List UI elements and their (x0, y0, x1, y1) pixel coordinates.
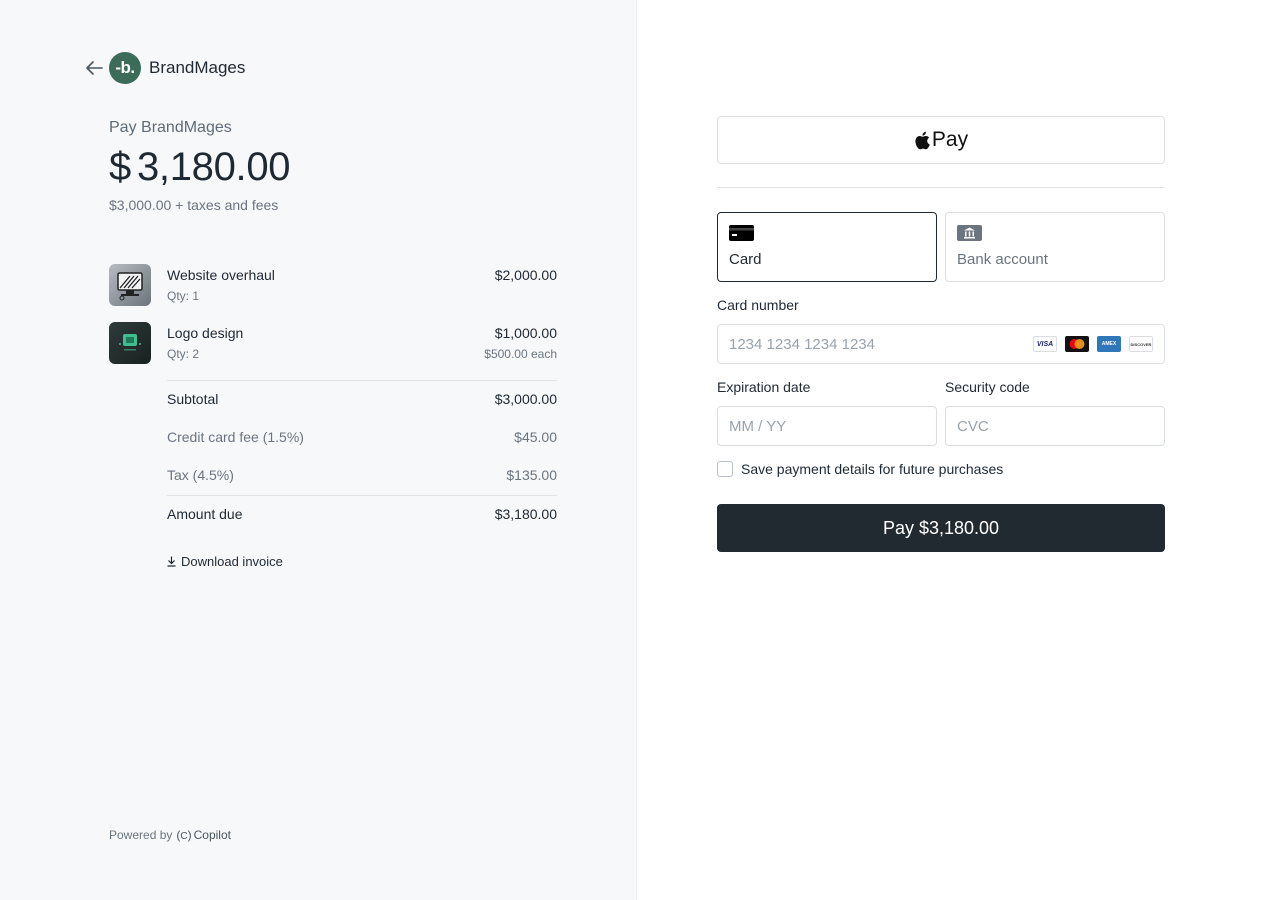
merchant-logo: -b. (109, 52, 141, 84)
expiry-label: Expiration date (717, 379, 811, 395)
item-thumbnail (109, 322, 151, 364)
discover-icon: DISCOVER (1129, 336, 1153, 352)
amount-value: 3,180.00 (136, 145, 291, 189)
order-summary-panel: -b. BrandMages Pay BrandMages $3,180.00 … (0, 0, 637, 900)
download-invoice-label: Download invoice (181, 554, 283, 569)
tab-card[interactable]: Card (717, 212, 937, 282)
copilot-brand[interactable]: (C) Copilot (176, 828, 231, 842)
save-payment-checkbox[interactable] (717, 461, 733, 477)
back-arrow-icon[interactable] (84, 58, 104, 78)
apple-pay-label: Pay (931, 128, 969, 151)
tab-bank-account-label: Bank account (957, 251, 1048, 268)
copilot-brand-label: Copilot (193, 828, 231, 842)
amount-due-row: Amount due $3,180.00 (167, 506, 557, 526)
card-number-label: Card number (717, 297, 799, 313)
subtotal-value: $3,000.00 (494, 391, 557, 407)
line-item: Logo design Qty: 2 $1,000.00 $500.00 eac… (109, 322, 557, 364)
payment-panel: Pay Card Bank account Card number VISA A… (637, 0, 1274, 900)
section-divider (717, 187, 1165, 188)
expiry-input[interactable] (717, 406, 937, 446)
summary-divider (167, 495, 557, 496)
powered-by-prefix: Powered by (109, 828, 173, 842)
amex-icon: AMEX (1097, 336, 1121, 352)
pay-label: Pay BrandMages (109, 119, 232, 136)
item-unit-price: $500.00 each (484, 347, 557, 361)
item-name: Logo design (167, 325, 244, 341)
amount-due-label: Amount due (167, 506, 243, 522)
item-thumbnail (109, 264, 151, 306)
tax-label: Tax (4.5%) (167, 467, 234, 483)
total-amount: $3,180.00 (109, 145, 291, 190)
pay-button[interactable]: Pay $3,180.00 (717, 504, 1165, 552)
item-qty: Qty: 2 (167, 347, 200, 361)
subtotal-label: Subtotal (167, 391, 219, 407)
currency-symbol: $ (109, 145, 131, 189)
bank-icon (957, 225, 982, 246)
item-price: $1,000.00 (494, 325, 557, 341)
visa-icon: VISA (1033, 336, 1057, 352)
save-payment-label[interactable]: Save payment details for future purchase… (741, 461, 1003, 477)
tab-bank-account[interactable]: Bank account (945, 212, 1165, 282)
amount-due-value: $3,180.00 (494, 506, 557, 522)
fee-row: Credit card fee (1.5%) $45.00 (167, 429, 557, 449)
fee-value: $45.00 (514, 429, 557, 445)
tax-row: Tax (4.5%) $135.00 (167, 467, 557, 487)
mastercard-icon (1065, 336, 1089, 352)
item-qty: Qty: 1 (167, 289, 200, 303)
line-item: Website overhaul Qty: 1 $2,000.00 (109, 264, 557, 306)
merchant-header: -b. BrandMages (84, 52, 245, 84)
card-brand-logos: VISA AMEX DISCOVER (1033, 336, 1153, 352)
cvc-input[interactable] (945, 406, 1165, 446)
copilot-logo-icon: (C) (176, 828, 192, 842)
apple-icon (915, 131, 930, 149)
cvc-label: Security code (945, 379, 1030, 395)
tab-card-label: Card (729, 251, 762, 268)
item-price: $2,000.00 (494, 267, 557, 283)
download-invoice-link[interactable]: Download invoice (167, 554, 283, 569)
card-icon (729, 225, 754, 246)
powered-by: Powered by (C) Copilot (109, 828, 231, 842)
tax-value: $135.00 (506, 467, 557, 483)
download-icon (167, 556, 177, 568)
apple-pay-button[interactable]: Pay (717, 116, 1165, 164)
amount-breakdown: $3,000.00 + taxes and fees (109, 197, 279, 213)
save-payment-row: Save payment details for future purchase… (717, 461, 1003, 477)
fee-label: Credit card fee (1.5%) (167, 429, 304, 445)
item-name: Website overhaul (167, 267, 275, 283)
merchant-name: BrandMages (149, 58, 246, 77)
subtotal-row: Subtotal $3,000.00 (167, 391, 557, 411)
summary-divider (167, 380, 557, 381)
